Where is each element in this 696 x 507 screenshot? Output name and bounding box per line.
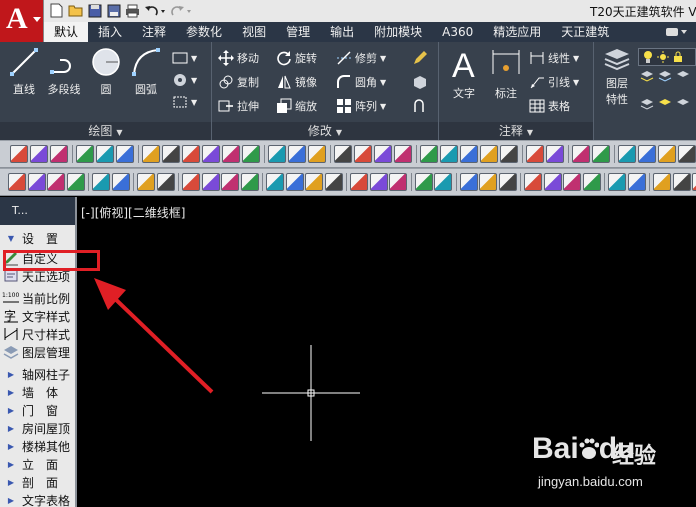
red-pointer-arrow — [94, 278, 214, 394]
paw-icon — [579, 434, 600, 459]
watermark-cn: 经验 — [612, 444, 657, 469]
annotation-overlay — [94, 278, 360, 441]
autocad-window: T20天正建筑软件 V5 A 默认 插入 注释 参数化 视图 管理 输出 附加模… — [0, 0, 696, 507]
highlight-box — [3, 250, 100, 271]
watermark-url: jingyan.baidu.com — [538, 474, 643, 489]
crosshair-cursor — [262, 345, 360, 441]
